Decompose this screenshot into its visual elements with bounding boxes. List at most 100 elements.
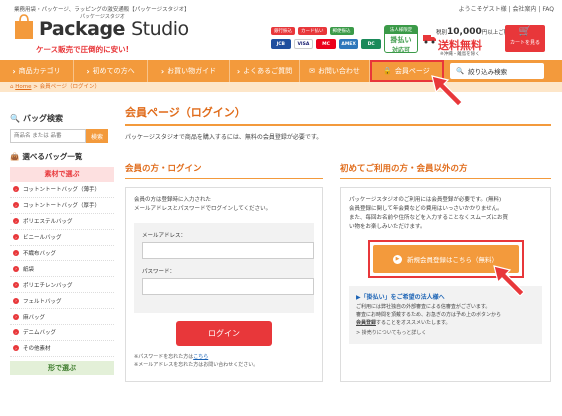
forgot-email-note: ※メールアドレスを忘れた方はお問い合わせください。 — [134, 362, 259, 368]
list-item[interactable]: › その他素材 — [10, 341, 114, 357]
site-tagline: 業務用袋・パッケージ、ラッピングの激安通販【パッケージスタジオ】 — [14, 7, 190, 13]
list-item-label: ビニールバッグ — [23, 235, 62, 242]
bag-list-title: 👜 選べるバッグ一覧 — [10, 151, 114, 162]
chevron-right-icon: › — [12, 66, 16, 76]
login-description: 会員の方は登録時に入力された メールアドレスとパスワードでログインしてください。 — [134, 196, 314, 214]
forgot-password-link[interactable]: こちら — [193, 354, 208, 360]
nav-label: よくあるご質問 — [243, 67, 293, 75]
list-item-label: 麻バッグ — [23, 314, 46, 321]
freeship-note: ※沖縄・離島を除く — [440, 52, 480, 57]
register-description: パッケージスタジオのご利用には会員登録が必要です。(無料) 会員登録に関して年会… — [349, 196, 542, 232]
bag-search-title: 🔍 バッグ検索 — [10, 113, 114, 124]
company-info-link[interactable]: 会社案内 — [513, 6, 537, 13]
nav-label: 初めての方へ — [92, 67, 135, 75]
nav-shopping-guide[interactable]: › お買い物ガイド — [148, 60, 230, 82]
nav-label: お買い物ガイド — [167, 67, 217, 75]
nav-label: 商品カテゴリ — [18, 67, 61, 75]
badge-top-text: 法人様限定 — [385, 26, 417, 34]
login-desc-line1: 会員の方は登録時に入力された — [134, 197, 212, 203]
register-desc-line4: い物をお楽しみいただけます。 — [349, 224, 426, 230]
badge-mid-text: 掛払い — [390, 36, 412, 44]
bag-search-label: バッグ検索 — [22, 114, 63, 123]
list-item[interactable]: › コットントートバッグ（薄手） — [10, 182, 114, 198]
password-field[interactable] — [142, 278, 314, 295]
free-shipping-banner: 税別10,000円以上ご購入で 送料無料 ※沖縄・離島を除く — [423, 24, 520, 57]
register-section-title: 初めてご利用の方・会員以外の方 — [340, 162, 551, 179]
faq-link[interactable]: FAQ — [542, 6, 554, 13]
list-item-label: 紙袋 — [23, 266, 35, 273]
bag-icon: 👜 — [10, 152, 20, 161]
arrow-right-icon: › — [13, 186, 19, 193]
nav-contact[interactable]: ✉ お問い合わせ — [300, 60, 370, 82]
bag-search-input[interactable] — [10, 129, 86, 143]
pointer-arrow-icon — [431, 75, 463, 106]
site-header: 業務用袋・パッケージ、ラッピングの激安通販【パッケージスタジオ】 ようこそゲスト… — [0, 0, 562, 60]
deferred-text-line3: することをオススメいたします。 — [376, 320, 451, 326]
list-item[interactable]: › ポリエステルバッグ — [10, 214, 114, 230]
cart-icon: 🛒 — [518, 26, 532, 37]
nav-first-time[interactable]: › 初めての方へ — [74, 60, 148, 82]
email-field[interactable] — [142, 242, 314, 259]
search-icon: 🔍 — [10, 114, 20, 123]
login-box: 会員の方は登録時に入力された メールアドレスとパスワードでログインしてください。… — [125, 187, 323, 382]
list-item[interactable]: › フェルトバッグ — [10, 293, 114, 310]
bag-search-button[interactable]: 検索 — [86, 129, 108, 143]
arrow-right-icon: › — [13, 281, 19, 288]
truck-icon — [423, 35, 436, 44]
list-item[interactable]: › デニムバッグ — [10, 325, 114, 341]
chevron-right-icon: › — [86, 66, 90, 76]
top-links: ようこそゲスト様 | 会社案内 | FAQ — [458, 6, 554, 13]
nav-faq[interactable]: › よくあるご質問 — [230, 60, 300, 82]
deferred-more-link[interactable]: > 掛売りについてもっと詳しく — [356, 329, 535, 336]
breadcrumb-home-link[interactable]: Home — [15, 84, 31, 90]
payment-methods: 銀行振込 カード払い 郵便振込 JCB VISA MC AMEX DC — [271, 27, 381, 49]
breadcrumb-current: 会員ページ（ログイン） — [39, 84, 101, 90]
list-item[interactable]: › 紙袋 — [10, 261, 114, 278]
nav-label: お問い合わせ — [317, 67, 360, 75]
arrow-right-icon: › — [13, 297, 19, 304]
mail-icon: ✉ — [309, 67, 315, 75]
register-button-label: 新規会員登録はこちら（無料） — [407, 256, 498, 264]
list-item-label: その他素材 — [23, 346, 51, 353]
dc-card-icon: DC — [361, 39, 381, 49]
deferred-text-line1: ご利用には弊社独自の外部審査による信審査がございます。 — [356, 304, 491, 310]
password-label: パスワード： — [142, 269, 176, 275]
bank-transfer-badge: 銀行振込 — [271, 27, 295, 35]
list-item[interactable]: › ビニールバッグ — [10, 230, 114, 246]
list-item[interactable]: › コットントートバッグ（厚手） — [10, 198, 114, 214]
pointer-arrow-icon — [493, 265, 525, 296]
list-item[interactable]: › 不織布バッグ — [10, 246, 114, 262]
list-item-label: ポリエチレンバッグ — [23, 282, 73, 289]
list-item[interactable]: › 麻バッグ — [10, 309, 114, 326]
logo-slogan: ケース販売で圧倒的に安い! — [36, 45, 130, 54]
list-item-label: フェルトバッグ — [23, 298, 62, 305]
register-desc-line1: パッケージスタジオのご利用には会員登録が必要です。(無料) — [349, 197, 502, 203]
card-payment-badge: カード払い — [298, 27, 327, 35]
breadcrumb-separator: > — [33, 84, 38, 90]
main-content: 会員ページ（ログイン） パッケージスタジオで商品を購入するには、無料の会員登録が… — [121, 104, 555, 382]
login-section-title: 会員の方・ログイン — [125, 162, 323, 179]
welcome-guest-link[interactable]: ようこそゲスト様 — [459, 6, 507, 13]
site-logo[interactable]: Package Studio — [39, 18, 189, 40]
arrow-right-icon: › — [13, 218, 19, 225]
nav-product-category[interactable]: › 商品カテゴリ — [0, 60, 74, 82]
list-item[interactable]: › ポリエチレンバッグ — [10, 277, 114, 294]
login-desc-line2: メールアドレスとパスワードでログインしてください。 — [134, 206, 272, 212]
material-section-header: 素材で選ぶ — [10, 167, 114, 182]
amex-card-icon: AMEX — [338, 39, 359, 49]
shopping-bag-logo-icon[interactable] — [14, 13, 34, 40]
chevron-right-icon: › — [160, 66, 165, 76]
deferred-text-line2: 審査にお時間を頂戴するため、お急ぎの方は予め上のボタンから — [356, 312, 502, 318]
arrow-right-icon: › — [13, 313, 19, 320]
email-label: メールアドレス： — [142, 233, 187, 239]
deferred-payment-badge: 法人様限定 掛払い 対応可 — [384, 25, 418, 54]
sidebar: 🔍バッグ検索 検索 👜選べるバッグ一覧 素材で選ぶ › コットントートバッグ（薄手… — [10, 113, 114, 375]
list-item-label: ポリエステルバッグ — [23, 219, 73, 226]
login-button[interactable]: ログイン — [176, 321, 272, 346]
view-cart-button[interactable]: 🛒 カートを見る — [505, 25, 545, 52]
arrow-right-icon: › — [13, 265, 19, 272]
freeship-amount: 10,000 — [447, 27, 482, 37]
arrow-right-icon: › — [13, 250, 19, 256]
login-form: メールアドレス： パスワード： — [134, 223, 314, 313]
page-title: 会員ページ（ログイン） — [125, 104, 551, 126]
